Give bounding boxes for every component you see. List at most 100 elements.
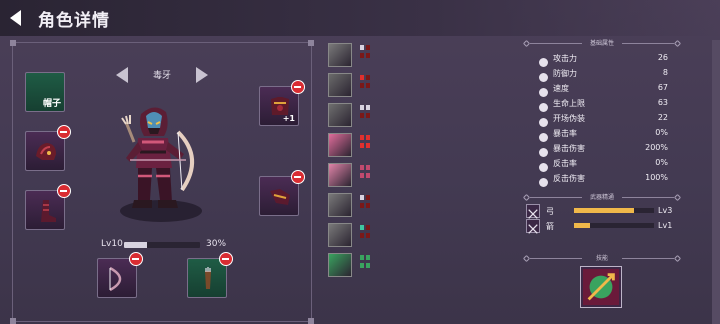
weapon-mastery-bar: [574, 208, 654, 213]
skill-pip: [360, 143, 364, 148]
exp-bar: [124, 242, 200, 248]
skill-heading-text: 技能: [595, 255, 608, 262]
skill-pip: [360, 165, 364, 170]
remove-armor-button[interactable]: [291, 80, 305, 94]
attribute-row: 生命上限 63: [538, 97, 668, 112]
skill-pip: [360, 135, 364, 140]
attribute-row: 暴击率 0%: [538, 127, 668, 142]
bow-icon: [109, 266, 122, 292]
back-arrow-icon[interactable]: [10, 10, 21, 26]
weapon-type-name: 箭: [546, 222, 554, 231]
hat-slot-label: 帽子: [42, 99, 61, 109]
mask-skill-icon[interactable]: [328, 43, 352, 67]
claw-skill-icon[interactable]: [328, 133, 352, 157]
gloves-slot[interactable]: [259, 170, 305, 216]
quiver-slot[interactable]: [187, 252, 233, 298]
skill-pip: [360, 233, 364, 238]
attribute-label: 攻击力: [553, 54, 577, 63]
skill-level-pips: [360, 105, 372, 125]
attributes-heading: 基础属性: [522, 38, 682, 50]
skill-row: [328, 73, 374, 97]
boots-slot[interactable]: [25, 184, 71, 230]
armor-slot[interactable]: +1: [259, 80, 305, 126]
attribute-row: 速度 67: [538, 82, 668, 97]
attribute-row: 攻击力 26: [538, 52, 668, 67]
skill-row: [328, 133, 374, 157]
sword-icon: [538, 53, 549, 67]
boot-icon: [538, 83, 549, 97]
remove-boots-button[interactable]: [57, 184, 71, 198]
helmet-slot[interactable]: [25, 125, 71, 171]
skill-level-pips: [360, 195, 372, 215]
skill-pip: [360, 45, 364, 50]
attribute-value: 26: [657, 53, 668, 62]
skill-pip: [366, 225, 370, 230]
weapon-mastery-bar: [574, 223, 654, 228]
skill-level-pips: [360, 75, 372, 95]
arrow-skill-icon[interactable]: [328, 163, 352, 187]
active-skill-slot[interactable]: [580, 266, 622, 308]
attribute-row: 暴击伤害 200%: [538, 142, 668, 157]
skill-pip: [366, 165, 370, 170]
hat-slot[interactable]: 帽子: [25, 72, 65, 112]
attribute-value: 100%: [645, 173, 668, 182]
attribute-row: 反击伤害 100%: [538, 172, 668, 187]
skill-level-pips: [360, 135, 372, 155]
character-level: Lv10: [101, 239, 123, 249]
bow-slot[interactable]: [97, 252, 143, 298]
weapon-mastery-row: 弓 Lv3: [526, 204, 674, 219]
weapon-type-icon: [526, 219, 540, 234]
skill-pip: [366, 255, 370, 260]
attribute-label: 反击伤害: [553, 174, 585, 183]
character-name: 毒牙: [152, 71, 171, 81]
remove-gloves-button[interactable]: [291, 170, 305, 184]
next-character-arrow-icon[interactable]: [196, 67, 208, 83]
attribute-label: 速度: [553, 84, 569, 93]
skill-row: [328, 223, 374, 247]
skill-pip: [360, 203, 364, 208]
skill-pip: [360, 113, 364, 118]
exp-percent: 30%: [206, 239, 227, 249]
skull-icon: [538, 113, 549, 127]
skill-pip: [366, 105, 370, 110]
remove-bow-button[interactable]: [129, 252, 143, 266]
skill-row: [328, 43, 374, 67]
crit-rate-icon: [538, 128, 549, 142]
attributes-heading-text: 基础属性: [589, 40, 614, 47]
counter-rate-icon: [538, 158, 549, 172]
skill-level-pips: [360, 165, 372, 185]
skill-row: [328, 103, 374, 127]
skill-pip: [366, 75, 370, 80]
skill-pip: [366, 53, 370, 58]
skill-pip: [366, 263, 370, 268]
skill-pip: [366, 233, 370, 238]
helmet-icon: [36, 143, 56, 160]
skill-level-pips: [360, 225, 372, 245]
grass-skill-icon[interactable]: [328, 253, 352, 277]
skill-row: [328, 193, 374, 217]
crit-damage-icon: [538, 143, 549, 157]
weapon-mastery-fill: [574, 208, 634, 213]
attribute-row: 防御力 8: [538, 67, 668, 82]
skill-pip: [366, 45, 370, 50]
weapon-mastery-heading-text: 武器精通: [589, 194, 614, 201]
skill-pip: [360, 53, 364, 58]
frame-corner: [308, 40, 314, 46]
skill-pip: [366, 83, 370, 88]
armor-upgrade-label: +1: [282, 114, 295, 123]
blade-skill-icon[interactable]: [328, 193, 352, 217]
skill-pip: [360, 255, 364, 260]
attribute-value: 22: [657, 113, 668, 122]
skill-level-pips: [360, 255, 372, 275]
attribute-value: 8: [662, 68, 668, 77]
attribute-row: 开场伪装 22: [538, 112, 668, 127]
counter-damage-icon: [538, 173, 549, 187]
shadow-skill-icon[interactable]: [328, 103, 352, 127]
remove-quiver-button[interactable]: [219, 252, 233, 266]
attribute-label: 暴击率: [553, 129, 577, 138]
previous-character-arrow-icon[interactable]: [116, 67, 128, 83]
remove-helmet-button[interactable]: [57, 125, 71, 139]
attribute-row: 反击率 0%: [538, 157, 668, 172]
scope-skill-icon[interactable]: [328, 73, 352, 97]
beast-skill-icon[interactable]: [328, 223, 352, 247]
